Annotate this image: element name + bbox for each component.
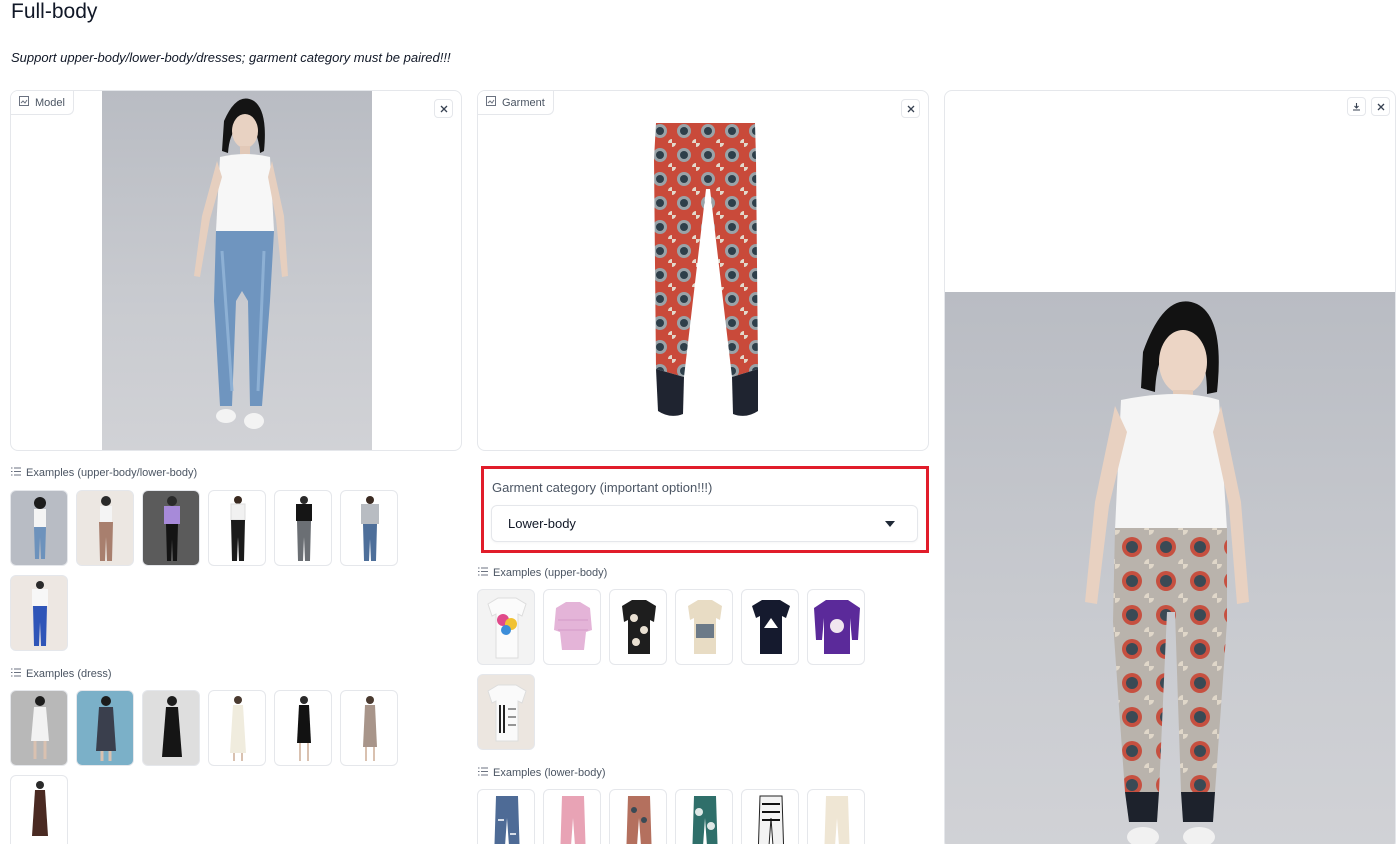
example-thumb[interactable] <box>142 490 200 566</box>
image-icon <box>486 96 496 109</box>
garment-image-panel[interactable]: Garment <box>477 90 929 451</box>
example-thumb[interactable] <box>208 490 266 566</box>
examples-model-dress-label: Examples (dress) <box>11 668 112 680</box>
close-icon <box>1377 98 1385 116</box>
result-image-panel[interactable] <box>944 90 1396 844</box>
example-thumb[interactable] <box>340 690 398 766</box>
result-download-button[interactable] <box>1347 97 1366 116</box>
examples-garment-lower-label: Examples (lower-body) <box>478 767 605 779</box>
example-thumb[interactable] <box>10 575 68 651</box>
example-thumb[interactable] <box>675 789 733 844</box>
example-thumb[interactable] <box>543 789 601 844</box>
example-thumb[interactable] <box>76 690 134 766</box>
close-icon <box>440 100 448 118</box>
garment-category-highlight: Garment category (important option!!!) L… <box>481 466 929 553</box>
page-subtitle: Support upper-body/lower-body/dresses; g… <box>11 50 451 65</box>
download-icon <box>1352 98 1361 116</box>
example-thumb[interactable] <box>741 789 799 844</box>
example-thumb[interactable] <box>208 690 266 766</box>
example-thumb[interactable] <box>477 789 535 844</box>
example-thumb[interactable] <box>675 589 733 665</box>
model-image-panel[interactable]: Model <box>10 90 462 451</box>
model-photo <box>102 91 372 450</box>
example-thumb[interactable] <box>274 490 332 566</box>
example-thumb[interactable] <box>10 775 68 844</box>
model-clear-button[interactable] <box>434 99 453 118</box>
garment-category-label: Garment category (important option!!!) <box>492 480 713 495</box>
example-thumb[interactable] <box>142 690 200 766</box>
image-icon <box>19 96 29 109</box>
garment-category-dropdown[interactable]: Lower-body <box>491 505 918 542</box>
list-icon <box>478 567 488 579</box>
list-icon <box>11 668 21 680</box>
example-thumb[interactable] <box>609 589 667 665</box>
example-thumb[interactable] <box>340 490 398 566</box>
model-panel-label: Model <box>11 91 74 115</box>
result-clear-button[interactable] <box>1371 97 1390 116</box>
example-thumb[interactable] <box>741 589 799 665</box>
example-thumb[interactable] <box>477 674 535 750</box>
list-icon <box>478 767 488 779</box>
garment-photo <box>648 119 763 424</box>
examples-garment-upper-label: Examples (upper-body) <box>478 567 607 579</box>
result-photo <box>945 292 1395 844</box>
garment-panel-label: Garment <box>478 91 554 115</box>
chevron-down-icon <box>885 521 895 527</box>
garment-label-text: Garment <box>502 96 545 109</box>
example-thumb[interactable] <box>543 589 601 665</box>
close-icon <box>907 100 915 118</box>
example-thumb[interactable] <box>274 690 332 766</box>
example-thumb[interactable] <box>609 789 667 844</box>
examples-label-text: Examples (dress) <box>26 668 112 680</box>
example-thumb[interactable] <box>477 589 535 665</box>
example-thumb[interactable] <box>10 690 68 766</box>
garment-category-selected: Lower-body <box>508 516 576 531</box>
model-label-text: Model <box>35 96 65 109</box>
list-icon <box>11 467 21 479</box>
garment-clear-button[interactable] <box>901 99 920 118</box>
examples-label-text: Examples (upper-body/lower-body) <box>26 467 198 479</box>
example-thumb[interactable] <box>807 789 865 844</box>
examples-label-text: Examples (upper-body) <box>493 567 608 579</box>
example-thumb[interactable] <box>76 490 134 566</box>
examples-model-upper-lower-label: Examples (upper-body/lower-body) <box>11 467 197 479</box>
examples-label-text: Examples (lower-body) <box>493 767 606 779</box>
page-title: Full-body <box>11 0 98 23</box>
example-thumb[interactable] <box>807 589 865 665</box>
example-thumb[interactable] <box>10 490 68 566</box>
